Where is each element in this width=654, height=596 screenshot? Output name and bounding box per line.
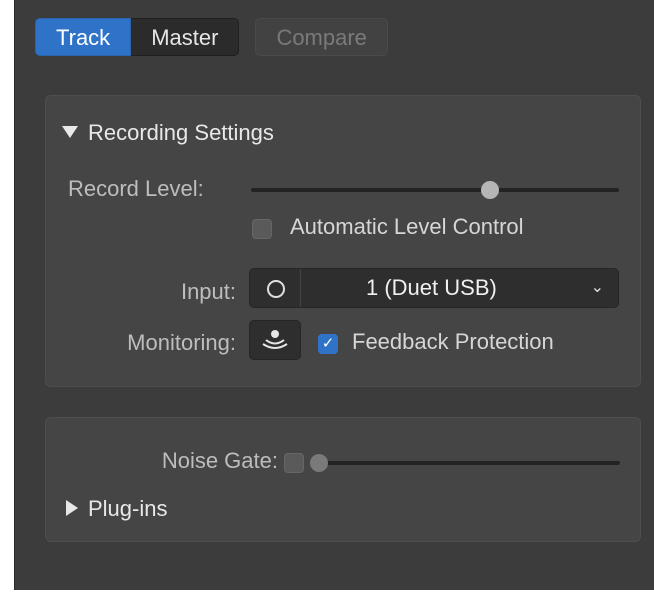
feedback-protection-label: Feedback Protection: [352, 329, 554, 354]
plug-ins-disclosure[interactable]: Plug-ins: [66, 496, 167, 522]
input-format-button[interactable]: [250, 269, 301, 307]
automatic-level-control-checkbox[interactable]: [252, 219, 272, 239]
noise-gate-checkbox[interactable]: [284, 453, 304, 473]
plug-ins-label: Plug-ins: [88, 496, 168, 521]
noise-gate-slider[interactable]: [314, 461, 620, 465]
input-popup[interactable]: 1 (Duet USB) ⌄: [249, 268, 619, 308]
record-level-label: Record Level:: [68, 176, 204, 201]
compare-button[interactable]: Compare: [255, 18, 388, 56]
automatic-level-control-label: Automatic Level Control: [290, 214, 524, 239]
checkmark-icon: ✓: [321, 335, 335, 352]
noise-gate-slider-thumb[interactable]: [310, 454, 328, 472]
noise-gate-label: Noise Gate:: [161, 448, 278, 473]
disclosure-triangle-icon: [66, 500, 78, 517]
view-tabs: Track Master Compare: [35, 18, 388, 56]
feedback-protection-checkbox[interactable]: ✓: [318, 334, 338, 354]
smart-controls-window: Track Master Compare Recording Settings …: [14, 0, 654, 590]
recording-settings-panel: Recording Settings Record Level: Automat…: [45, 95, 641, 387]
chevron-down-icon: ⌄: [590, 279, 604, 296]
tab-track[interactable]: Track: [35, 18, 132, 56]
record-level-slider[interactable]: [251, 188, 619, 192]
input-selected-value: 1 (Duet USB): [366, 275, 497, 300]
input-label: Input:: [180, 279, 236, 304]
recording-settings-disclosure[interactable]: Recording Settings: [62, 120, 274, 146]
monitoring-label: Monitoring:: [127, 330, 236, 355]
monitoring-button[interactable]: [249, 320, 301, 360]
recording-settings-title: Recording Settings: [88, 120, 274, 145]
noise-gate-panel: Noise Gate: Plug-ins: [45, 417, 641, 542]
mono-input-icon: [267, 280, 285, 298]
record-level-slider-thumb[interactable]: [481, 181, 500, 199]
disclosure-triangle-icon: [62, 126, 78, 139]
monitoring-icon: [262, 330, 288, 349]
tab-master[interactable]: Master: [131, 18, 240, 56]
